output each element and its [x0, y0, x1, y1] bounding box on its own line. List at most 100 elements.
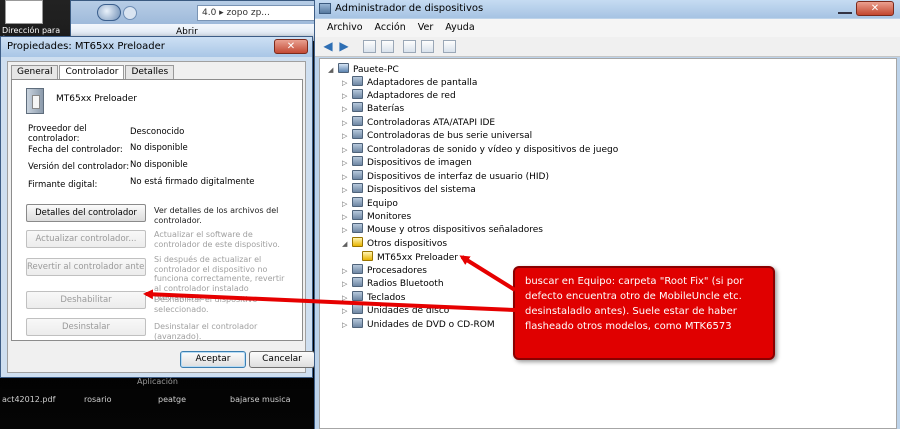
display-adapter-icon [352, 76, 363, 86]
processor-icon [352, 264, 363, 274]
menu-ver[interactable]: Ver [412, 19, 440, 37]
hid-icon [352, 170, 363, 180]
dialog-title: Propiedades: MT65xx Preloader [1, 37, 312, 57]
battery-icon [352, 102, 363, 112]
device-manager-title: Administrador de dispositivos [315, 0, 900, 18]
back-arrow-icon[interactable]: ◀ [321, 40, 335, 53]
update-driver-button[interactable]: Actualizar controlador... [26, 230, 146, 248]
device-manager-window[interactable]: Administrador de dispositivos ✕ Archivo … [314, 0, 900, 429]
collapse-icon[interactable]: ◢ [328, 64, 338, 77]
provider-value: Desconocido [130, 127, 185, 137]
toolbar: ◀ ▶ [315, 37, 900, 57]
expand-icon[interactable]: ▷ [342, 130, 352, 143]
scan-hardware-icon[interactable] [443, 40, 456, 53]
tree-node[interactable]: ▷ Adaptadores de red [342, 89, 456, 102]
collapse-icon[interactable]: ◢ [342, 238, 352, 251]
address-bar[interactable]: 4.0 ▸ zopo zp... [197, 5, 315, 21]
disable-button[interactable]: Deshabilitar [26, 291, 146, 309]
menu-accion[interactable]: Acción [369, 19, 412, 37]
desktop-file-icon[interactable] [5, 0, 43, 24]
ide-controller-icon [352, 116, 363, 126]
tree-node[interactable]: ▷ Unidades de DVD o CD-ROM [342, 318, 495, 331]
menu-archivo[interactable]: Archivo [321, 19, 369, 37]
expand-icon[interactable]: ▷ [342, 319, 352, 332]
properties-icon[interactable] [363, 40, 376, 53]
sound-icon [352, 143, 363, 153]
accept-button[interactable]: Aceptar [180, 351, 246, 368]
tree-node[interactable]: ▷ Equipo [342, 197, 398, 210]
usb-controller-icon [352, 129, 363, 139]
device-name: MT65xx Preloader [56, 94, 138, 104]
computer-icon [352, 197, 363, 207]
expand-icon[interactable]: ▷ [342, 157, 352, 170]
tree-node[interactable]: ▷ Monitores [342, 210, 411, 223]
desktop-label-peatge[interactable]: peatge [158, 395, 186, 404]
tree-node[interactable]: ▷ Unidades de disco [342, 304, 449, 317]
help-icon[interactable] [403, 40, 416, 53]
expand-icon[interactable]: ▷ [342, 224, 352, 237]
tree-node[interactable]: ▷ Procesadores [342, 264, 427, 277]
forward-arrow-icon[interactable]: ▶ [337, 40, 351, 53]
signer-value: No está firmado digitalmente [130, 177, 255, 187]
monitor-icon [352, 210, 363, 220]
desktop-text-direccion: Dirección para [2, 26, 61, 35]
tree-node[interactable]: ▷ Controladoras ATA/ATAPI IDE [342, 116, 495, 129]
desktop-label-rosario[interactable]: rosario [84, 395, 111, 404]
minimize-icon[interactable] [838, 3, 852, 14]
tree-node[interactable]: ▷ Baterías [342, 102, 404, 115]
desktop-label-aplicacion[interactable]: Aplicación [137, 377, 178, 386]
menu-bar: Archivo Acción Ver Ayuda [315, 19, 900, 37]
tab-detalles[interactable]: Detalles [125, 65, 175, 79]
tab-general[interactable]: General [11, 65, 59, 79]
tree-root[interactable]: ◢ Pauete-PC [328, 63, 399, 76]
tab-controlador[interactable]: Controlador [59, 65, 125, 80]
properties-dialog[interactable]: Propiedades: MT65xx Preloader ✕ General … [0, 36, 315, 378]
update-driver-desc: Actualizar el software de controlador de… [154, 230, 280, 249]
rollback-driver-button[interactable]: Revertir al controlador anterior [26, 258, 146, 276]
tree-node[interactable]: ▷ Dispositivos de interfaz de usuario (HI… [342, 170, 549, 183]
date-value: No disponible [130, 143, 188, 153]
uninstall-button[interactable]: Desinstalar [26, 318, 146, 336]
desktop-pdf-label[interactable]: act42012.pdf [2, 395, 55, 404]
tree-node[interactable]: ▷ Dispositivos del sistema [342, 183, 476, 196]
tree-node-otros[interactable]: ◢ Otros dispositivos [342, 237, 447, 250]
show-hide-icon[interactable] [381, 40, 394, 53]
device-tree: ◢ Pauete-PC ▷ Adaptadores de pantalla ▷ Ada… [319, 58, 897, 429]
tree-node-mt65xx[interactable]: MT65xx Preloader [362, 251, 458, 264]
expand-icon[interactable]: ▷ [342, 278, 352, 291]
driver-details-desc: Ver detalles de los archivos del control… [154, 206, 279, 225]
disable-desc: Deshabilitar el dispositivo seleccionado… [154, 295, 258, 314]
system-device-icon [352, 183, 363, 193]
forward-nav-icon[interactable] [123, 6, 137, 20]
tree-node[interactable]: ▷ Dispositivos de imagen [342, 156, 472, 169]
dialog-close-button[interactable]: ✕ [274, 39, 308, 54]
cancel-button[interactable]: Cancelar [249, 351, 315, 368]
unknown-device-icon [352, 237, 363, 247]
date-label: Fecha del controlador: [28, 145, 123, 155]
expand-icon[interactable]: ▷ [342, 103, 352, 116]
device-manager-close-button[interactable]: ✕ [856, 1, 894, 16]
mouse-icon [352, 223, 363, 233]
network-adapter-icon [352, 89, 363, 99]
computer-icon [338, 63, 349, 73]
tree-node[interactable]: ▷ Adaptadores de pantalla [342, 76, 477, 89]
version-value: No disponible [130, 160, 188, 170]
keyboard-icon [352, 291, 363, 301]
expand-icon[interactable]: ▷ [342, 305, 352, 318]
disk-drive-icon [352, 304, 363, 314]
dialog-tabs: General Controlador Detalles [11, 65, 175, 80]
version-label: Versión del controlador: [28, 162, 130, 172]
tree-node[interactable]: ▷ Radios Bluetooth [342, 277, 444, 290]
tree-node[interactable]: ▷ Controladoras de bus serie universal [342, 129, 532, 142]
tree-node[interactable]: ▷ Controladoras de sonido y vídeo y dispo… [342, 143, 618, 156]
back-nav-icon[interactable] [97, 4, 121, 21]
tree-node[interactable]: ▷ Mouse y otros dispositivos señaladores [342, 223, 543, 236]
desktop-label-musica[interactable]: bajarse musica [230, 395, 291, 404]
tree-node[interactable]: ▷ Teclados [342, 291, 405, 304]
view-icon[interactable] [421, 40, 434, 53]
menu-ayuda[interactable]: Ayuda [439, 19, 480, 37]
driver-details-button[interactable]: Detalles del controlador [26, 204, 146, 222]
signer-label: Firmante digital: [28, 180, 98, 190]
expand-icon[interactable]: ▷ [342, 184, 352, 197]
explorer-window[interactable]: 4.0 ▸ zopo zp... Abrir [70, 0, 316, 41]
